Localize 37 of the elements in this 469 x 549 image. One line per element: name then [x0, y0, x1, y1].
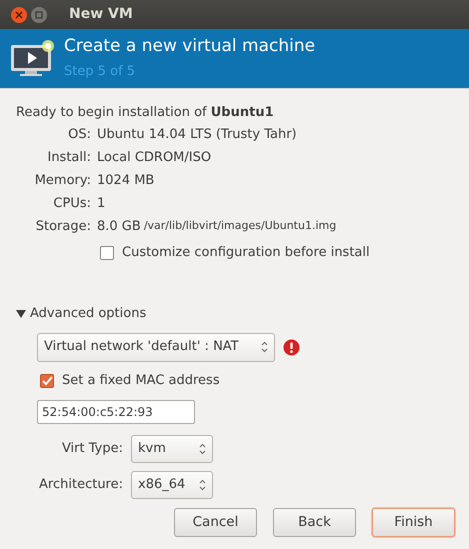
file-path: /var/lib/libvirt/images/Ubuntu1.img [144, 218, 336, 234]
expander-label[interactable]: Advanced options [30, 304, 146, 324]
checkbox[interactable] [100, 246, 114, 260]
summary-intro: Ready to begin installation of Ubuntu1 [16, 104, 275, 122]
dialog-button[interactable]: Cancel [174, 508, 257, 537]
up-down-arrows-icon [261, 341, 268, 353]
field-label: Memory: [34, 172, 91, 190]
dialog-button[interactable]: Back [273, 508, 356, 537]
field-value: Ubuntu 14.04 LTS (Trusty Tahr) [97, 126, 297, 144]
header-title: Create a new virtual machine [64, 36, 316, 56]
field-label: Virt Type: [60, 440, 123, 458]
mac-address-field[interactable]: 52:54:00:c5:22:93 [37, 400, 195, 424]
checkbox-label[interactable]: Set a fixed MAC address [62, 370, 220, 390]
field-value: 1024 MB [97, 172, 154, 190]
field-label: OS: [67, 126, 91, 144]
dialog-button[interactable]: Finish [372, 508, 455, 537]
expander-arrow-icon[interactable] [16, 310, 26, 318]
monitor-icon [10, 38, 56, 78]
field-value: 8.0 GB [97, 218, 141, 236]
up-down-arrows-icon [199, 442, 206, 454]
field-value: Local CDROM/ISO [97, 148, 212, 167]
field-value: 1 [97, 194, 106, 213]
dropdown[interactable]: x86_64 [131, 470, 213, 498]
close-icon [15, 10, 23, 18]
close-button[interactable] [11, 6, 27, 22]
maximize-button[interactable] [31, 6, 47, 22]
network-dropdown[interactable]: Virtual network 'default' : NAT [37, 332, 275, 362]
up-down-arrows-icon [199, 478, 206, 490]
field-label: CPUs: [52, 194, 91, 213]
field-label: Storage: [34, 218, 91, 236]
field-label: Architecture: [38, 476, 123, 494]
window-title: New VM [69, 5, 133, 24]
dropdown[interactable]: kvm [131, 434, 213, 462]
checkbox[interactable] [40, 374, 54, 388]
checkbox-label[interactable]: Customize configuration before install [122, 243, 370, 263]
maximize-icon [35, 10, 43, 18]
field-label: Install: [46, 148, 91, 167]
